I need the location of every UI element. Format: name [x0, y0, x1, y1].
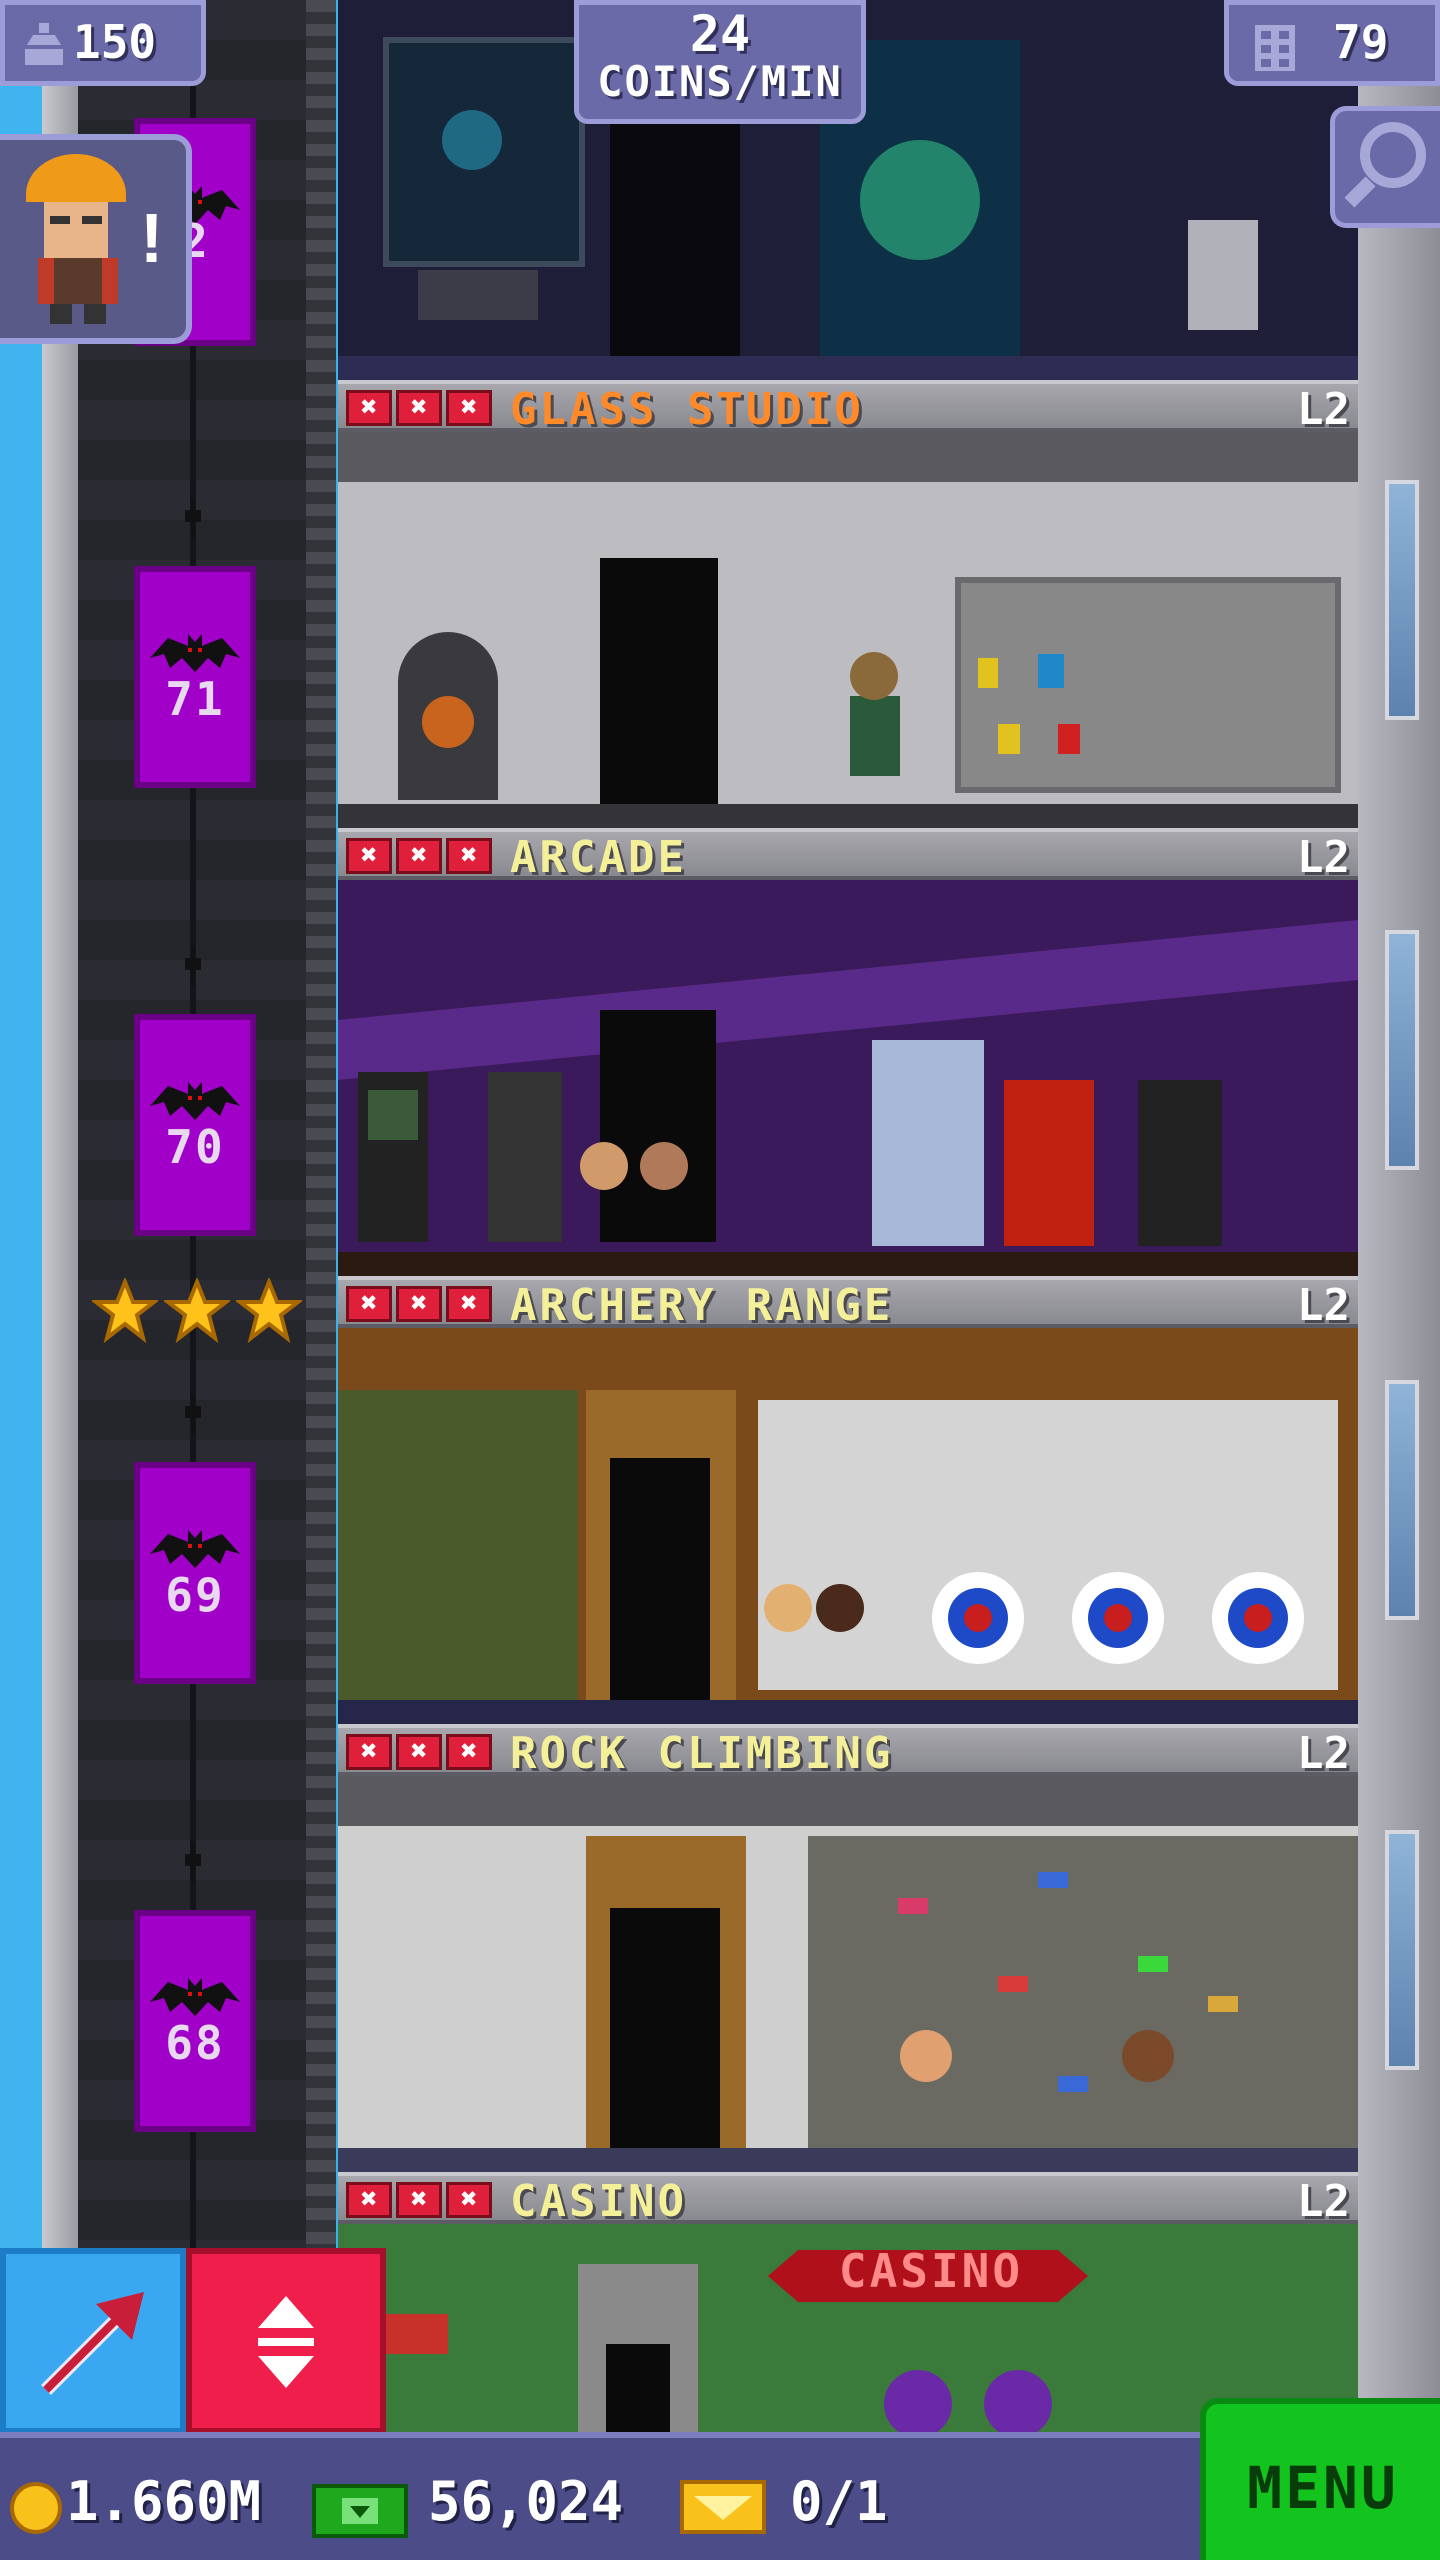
stock-empty-icon: ✖ — [346, 838, 392, 874]
stock-empty-icon: ✖ — [396, 1286, 442, 1322]
room-archery-range[interactable] — [338, 1328, 1358, 1724]
stock-empty-icon: ✖ — [396, 1734, 442, 1770]
floor-label-casino[interactable]: ✖ ✖ ✖ CASINO L2 — [338, 2172, 1358, 2227]
elevator-updown-icon — [258, 2296, 314, 2388]
stock-empty-icon: ✖ — [346, 1286, 392, 1322]
floor-label-arcade[interactable]: ✖ ✖ ✖ ARCADE L2 — [338, 828, 1358, 883]
elevator-car[interactable]: 68 — [134, 1910, 256, 2132]
floor-level: L2 — [1297, 1280, 1350, 1331]
room-rock-climbing[interactable] — [338, 1776, 1358, 2172]
stock-indicators: ✖ ✖ ✖ — [346, 2182, 492, 2218]
elevator-car[interactable]: 71 — [134, 566, 256, 788]
stock-empty-icon: ✖ — [446, 1286, 492, 1322]
stock-indicators: ✖ ✖ ✖ — [346, 838, 492, 874]
floor-level: L2 — [1297, 1728, 1350, 1779]
room-scene — [338, 1776, 1358, 2172]
stock-empty-icon: ✖ — [446, 390, 492, 426]
casino-sign: CASINO — [838, 2244, 1024, 2298]
game-screen: 2 71 70 69 68 ✖ ✖ ✖ GLASS STUDIO L2 ✖ ✖ … — [0, 0, 1440, 2560]
tower-window — [1385, 1830, 1419, 2070]
elevator-car[interactable]: 69 — [134, 1462, 256, 1684]
floor-level: L2 — [1297, 384, 1350, 435]
builder-notification-button[interactable]: ! — [0, 134, 192, 344]
tower-window — [1385, 930, 1419, 1170]
room-arcade[interactable] — [338, 880, 1358, 1276]
elevator-pulley-icon — [185, 498, 201, 538]
bux-icon — [312, 2484, 408, 2538]
elevator-pulley-icon — [185, 1394, 201, 1434]
sky — [0, 0, 42, 2460]
tower-outer-wall — [42, 0, 78, 2460]
elevator-star-rating — [92, 1278, 306, 1344]
stock-empty-icon: ✖ — [346, 390, 392, 426]
build-arrow-icon — [41, 2292, 144, 2395]
room-glass-studio[interactable] — [338, 432, 1358, 828]
stock-empty-icon: ✖ — [396, 2182, 442, 2218]
stock-empty-icon: ✖ — [446, 838, 492, 874]
room-scene — [338, 880, 1358, 1276]
stock-empty-icon: ✖ — [446, 1734, 492, 1770]
stock-empty-icon: ✖ — [396, 838, 442, 874]
stock-indicators: ✖ ✖ ✖ — [346, 1286, 492, 1322]
magnifier-icon — [1344, 122, 1426, 208]
elevator-car[interactable]: 70 — [134, 1014, 256, 1236]
elevator-floor-number: 69 — [165, 1568, 225, 1622]
star-icon — [92, 1278, 158, 1344]
floor-name: ARCADE — [510, 832, 687, 883]
stock-empty-icon: ✖ — [346, 2182, 392, 2218]
build-button[interactable] — [0, 2248, 186, 2434]
builder-avatar-icon — [26, 154, 126, 324]
golden-ticket-icon — [680, 2480, 766, 2534]
elevator-floor-number: 68 — [165, 2016, 225, 2070]
star-icon — [164, 1278, 230, 1344]
room-casino[interactable]: CASINO — [338, 2224, 1358, 2432]
floor-count-value: 79 — [1333, 15, 1389, 69]
alert-icon: ! — [140, 199, 164, 277]
room-scene — [338, 1328, 1358, 1724]
tower-window — [1385, 480, 1419, 720]
zoom-button[interactable] — [1330, 106, 1440, 228]
floor-label-rock-climbing[interactable]: ✖ ✖ ✖ ROCK CLIMBING L2 — [338, 1724, 1358, 1779]
floor-level: L2 — [1297, 2176, 1350, 2227]
menu-button[interactable]: MENU — [1200, 2398, 1440, 2560]
coins-per-min-value: 24 — [689, 5, 751, 63]
stock-empty-icon: ✖ — [396, 390, 442, 426]
room-scene — [338, 432, 1358, 828]
population-value: 150 — [73, 15, 157, 69]
tickets-value: 0/1 — [790, 2470, 888, 2533]
elevator-pulley-icon — [185, 1842, 201, 1882]
coin-icon — [10, 2482, 62, 2534]
coins-value: 1.660M — [66, 2470, 262, 2533]
floor-counter[interactable]: 79 — [1224, 0, 1440, 86]
floor-label-archery-range[interactable]: ✖ ✖ ✖ ARCHERY RANGE L2 — [338, 1276, 1358, 1331]
star-icon — [236, 1278, 302, 1344]
floor-name: ARCHERY RANGE — [510, 1280, 894, 1331]
elevator-floor-number: 71 — [165, 672, 225, 726]
building-icon — [1255, 25, 1295, 71]
floor-name: GLASS STUDIO — [510, 384, 864, 435]
population-icon — [25, 23, 63, 65]
tower-right-wall — [1358, 0, 1440, 2460]
floor-label-glass-studio[interactable]: ✖ ✖ ✖ GLASS STUDIO L2 — [338, 380, 1358, 435]
stock-indicators: ✖ ✖ ✖ — [346, 1734, 492, 1770]
stock-empty-icon: ✖ — [346, 1734, 392, 1770]
menu-label: MENU — [1247, 2454, 1399, 2522]
elevator-pulley-icon — [185, 946, 201, 986]
population-counter[interactable]: 150 — [0, 0, 206, 86]
stock-empty-icon: ✖ — [446, 2182, 492, 2218]
bux-value: 56,024 — [428, 2470, 624, 2533]
elevator-button[interactable] — [186, 2248, 386, 2434]
stock-indicators: ✖ ✖ ✖ — [346, 390, 492, 426]
floor-level: L2 — [1297, 832, 1350, 883]
shaft-rail — [306, 0, 336, 2460]
coins-per-min-display: 24 COINS/MIN — [574, 0, 866, 124]
tower-window — [1385, 1380, 1419, 1620]
coins-per-min-label: COINS/MIN — [597, 57, 843, 106]
floor-name: CASINO — [510, 2176, 687, 2227]
elevator-floor-number: 70 — [165, 1120, 225, 1174]
floor-name: ROCK CLIMBING — [510, 1728, 894, 1779]
